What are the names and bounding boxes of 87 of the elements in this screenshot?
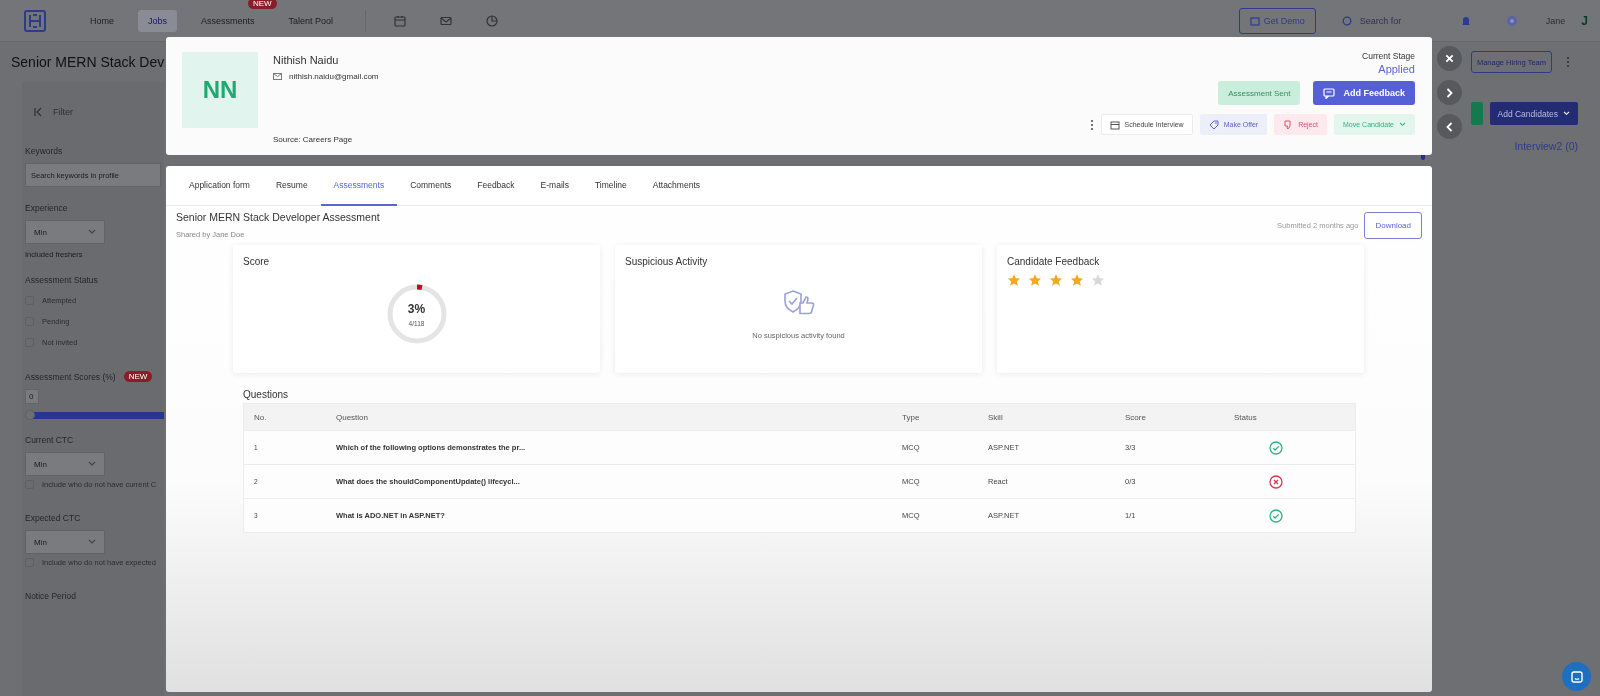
candidate-name: Nithish Naidu xyxy=(273,54,340,66)
column-header: Type xyxy=(902,412,921,422)
tag-icon xyxy=(1208,119,1219,130)
user-name[interactable]: Jane xyxy=(1545,15,1566,26)
filter-label: Experience xyxy=(25,203,68,213)
job-title: Senior MERN Stack Dev xyxy=(11,54,165,70)
new-badge: NEW xyxy=(123,371,153,382)
thumbs-down-icon xyxy=(1283,119,1294,130)
calendar-icon xyxy=(1109,119,1120,130)
column-header: No. xyxy=(254,412,268,422)
tab[interactable]: Resume xyxy=(262,166,321,206)
help-icon xyxy=(1505,14,1518,27)
calendar-icon xyxy=(394,14,407,27)
min-dropdown[interactable]: Min xyxy=(25,452,105,476)
nav-link[interactable]: Home xyxy=(80,9,124,32)
chevron-left-icon xyxy=(1446,121,1453,132)
candidate-source: Source: Careers Page xyxy=(273,135,354,144)
candidate-avatar: NN xyxy=(182,52,258,128)
tab[interactable]: Attachments xyxy=(639,166,713,206)
assessment-title: Senior MERN Stack Developer Assessment xyxy=(176,211,380,223)
new-badge: NEW xyxy=(247,0,277,9)
filled-star-icon xyxy=(1028,273,1042,287)
collapse-icon xyxy=(33,107,43,117)
check-circle-icon xyxy=(1269,508,1283,523)
filter-label: Assessment Status xyxy=(25,275,98,285)
questions-title: Questions xyxy=(243,389,290,400)
score-percent: 3% xyxy=(407,301,426,316)
filled-star-icon xyxy=(1049,273,1063,287)
filled-star-icon xyxy=(1007,273,1021,287)
chevron-down-icon xyxy=(88,539,96,545)
card-title: Suspicious Activity xyxy=(625,256,709,267)
range-value: 0 xyxy=(25,389,39,404)
more-options-icon xyxy=(1089,118,1094,131)
search-field[interactable]: Search for xyxy=(1357,14,1418,27)
next-button[interactable] xyxy=(1437,80,1462,105)
caret-icon xyxy=(1399,122,1406,127)
tab[interactable]: Application form xyxy=(176,166,263,206)
close-button[interactable] xyxy=(1437,46,1462,71)
download-button[interactable]: Download xyxy=(1364,211,1422,239)
action-button[interactable] xyxy=(1470,102,1483,125)
shield-thumbs-up-icon xyxy=(781,289,816,317)
empty-star-icon xyxy=(1091,273,1105,287)
filter-label: Notice Period xyxy=(25,591,77,601)
tab[interactable]: Comments xyxy=(397,166,465,206)
card-title: Candidate Feedback xyxy=(1007,256,1101,267)
pie-chart-icon xyxy=(486,14,499,27)
tab[interactable]: Timeline xyxy=(581,166,640,206)
column-header: Skill xyxy=(988,412,1004,422)
chevron-down-icon xyxy=(88,461,96,467)
current-stage-label: Current Stage xyxy=(1362,51,1415,61)
filter-label: Keywords xyxy=(25,146,63,156)
calendar-icon xyxy=(1249,15,1260,26)
column-header: Question xyxy=(336,412,370,422)
check-circle-icon xyxy=(1269,440,1283,455)
previous-button[interactable] xyxy=(1437,114,1462,139)
mail-icon xyxy=(440,14,453,27)
filter-label: Assessment Scores (%) xyxy=(25,371,116,382)
nav-link[interactable]: Jobs xyxy=(138,9,178,32)
chevron-down-icon xyxy=(88,229,96,235)
current-stage-value: Applied xyxy=(1378,63,1415,75)
card-title: Score xyxy=(243,256,271,267)
add-feedback-button[interactable]: Add Feedback xyxy=(1313,81,1415,105)
column-header: Score xyxy=(1125,412,1147,422)
tab[interactable]: Assessments xyxy=(320,166,398,206)
tab[interactable]: Feedback xyxy=(464,166,528,206)
mail-icon xyxy=(273,73,282,80)
chat-button[interactable] xyxy=(1562,662,1591,691)
candidate-email: nithish.naidu@gmail.com xyxy=(289,72,379,81)
nav-link[interactable]: Assessments xyxy=(191,9,265,32)
x-circle-icon xyxy=(1269,474,1283,489)
chevron-right-icon xyxy=(1446,87,1453,98)
filter-label: Expected CTC xyxy=(25,513,81,523)
comment-icon xyxy=(1323,87,1336,99)
add-candidates-button[interactable]: Add Candidates xyxy=(1489,102,1578,125)
filter-label: Current CTC xyxy=(25,435,74,445)
caret-icon xyxy=(1563,111,1570,116)
tab[interactable]: E-mails xyxy=(527,166,582,206)
min-dropdown[interactable]: Min xyxy=(25,530,105,554)
column-header: Status xyxy=(1234,412,1258,422)
close-icon xyxy=(1445,54,1454,63)
filled-star-icon xyxy=(1070,273,1084,287)
user-avatar[interactable]: J xyxy=(1581,13,1588,28)
chat-icon xyxy=(1569,669,1584,684)
min-dropdown[interactable]: Min xyxy=(25,220,105,244)
logo-icon xyxy=(24,9,46,32)
search-icon xyxy=(1341,15,1352,26)
nav-link[interactable]: Talent Pool xyxy=(278,9,344,32)
